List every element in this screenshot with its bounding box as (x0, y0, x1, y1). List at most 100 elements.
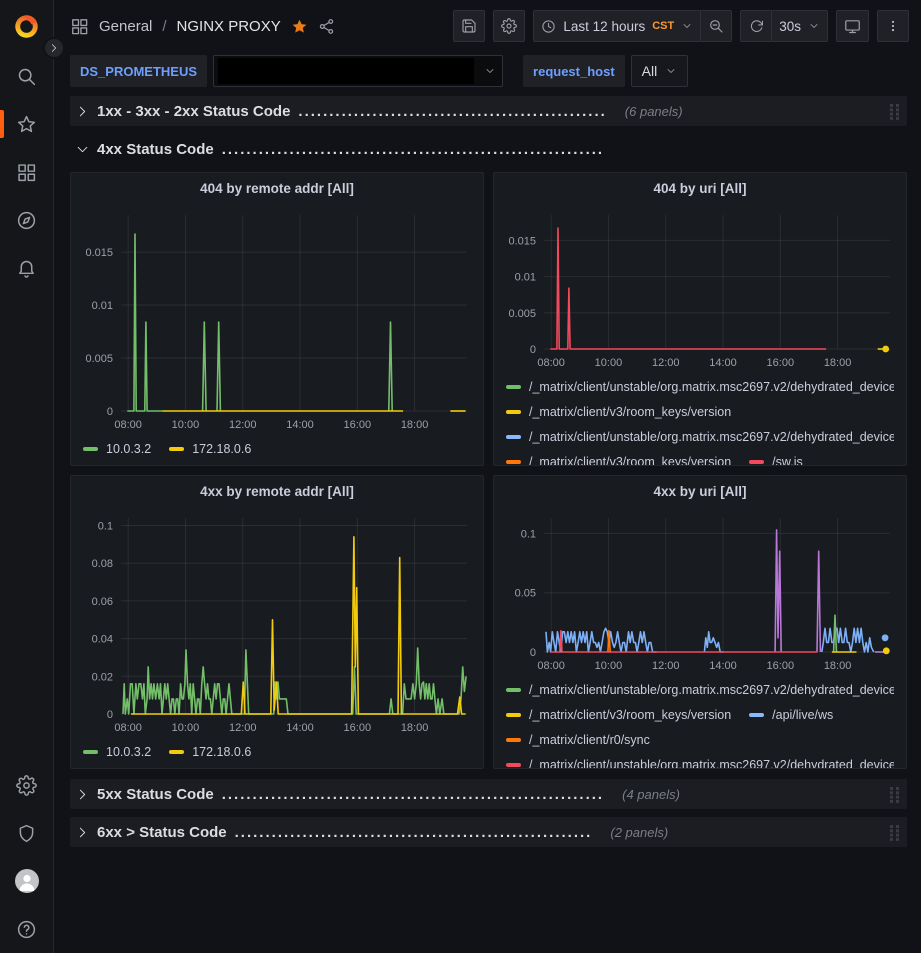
request-host-variable-value[interactable]: All (631, 55, 689, 87)
person-icon (15, 869, 39, 893)
legend-label: /_matrix/client/v3/room_keys/version (529, 455, 731, 466)
save-dashboard-button[interactable] (453, 10, 485, 42)
sidebar-item-server-admin[interactable] (0, 809, 54, 857)
legend-label: 172.18.0.6 (192, 442, 251, 456)
legend-item[interactable]: /_matrix/client/unstable/org.matrix.msc2… (506, 683, 894, 697)
svg-text:08:00: 08:00 (537, 357, 565, 369)
legend-item[interactable]: /api/live/ws (749, 708, 833, 722)
legend-label: /_matrix/client/unstable/org.matrix.msc2… (529, 758, 894, 769)
timeseries-chart: 08:0010:0012:0014:0016:0018:0000.0050.01… (494, 203, 904, 373)
refresh-button[interactable] (740, 10, 772, 42)
row-4xx[interactable]: 4xx Status Code ........................… (70, 134, 907, 164)
svg-text:12:00: 12:00 (652, 357, 680, 369)
svg-text:16:00: 16:00 (767, 357, 795, 369)
refresh-icon (749, 19, 764, 34)
svg-text:0.015: 0.015 (508, 235, 536, 247)
chart-area[interactable]: 08:0010:0012:0014:0016:0018:0000.020.040… (71, 506, 483, 738)
dashboard-canvas: 1xx - 3xx - 2xx Status Code ............… (54, 90, 921, 847)
compass-icon (16, 210, 37, 231)
chevron-down-icon (681, 20, 693, 32)
sidebar-item-alerting[interactable] (0, 244, 54, 292)
chart-area[interactable]: 08:0010:0012:0014:0016:0018:0000.0050.01… (494, 203, 906, 373)
sidebar-expand-button[interactable] (43, 37, 65, 59)
legend-label: /api/live/ws (772, 708, 833, 722)
legend-item[interactable]: /sw.js (749, 455, 803, 466)
row-1xx-3xx-2xx[interactable]: 1xx - 3xx - 2xx Status Code ............… (70, 96, 907, 126)
zoom-out-time-button[interactable] (700, 10, 732, 42)
apps-grid-icon[interactable] (70, 17, 89, 36)
drag-handle-icon[interactable] (889, 786, 901, 803)
panel-header[interactable]: 4xx by uri [All] (494, 476, 906, 506)
chevron-right-icon (76, 105, 89, 118)
refresh-interval-picker[interactable]: 30s (771, 10, 828, 42)
chevron-down-icon (484, 65, 496, 77)
sidebar-item-explore[interactable] (0, 196, 54, 244)
kebab-menu-button[interactable] (877, 10, 909, 42)
sidebar-item-search[interactable] (0, 52, 54, 100)
svg-text:14:00: 14:00 (709, 357, 737, 369)
sidebar-item-help[interactable] (0, 905, 54, 953)
grafana-logo-icon (13, 13, 40, 40)
dashboard-title[interactable]: NGINX PROXY (177, 18, 281, 35)
chart-area[interactable]: 08:0010:0012:0014:0016:0018:0000.0050.01… (71, 203, 483, 435)
panel-header[interactable]: 4xx by remote addr [All] (71, 476, 483, 506)
legend-item[interactable]: /_matrix/client/v3/room_keys/version (506, 708, 731, 722)
legend-label: /_matrix/client/unstable/org.matrix.msc2… (529, 430, 894, 444)
legend-swatch (169, 447, 184, 451)
svg-text:18:00: 18:00 (824, 357, 852, 369)
legend-item[interactable]: 172.18.0.6 (169, 442, 251, 456)
request-host-variable-label[interactable]: request_host (523, 55, 625, 87)
svg-text:0.08: 0.08 (92, 558, 113, 570)
save-icon (461, 18, 477, 34)
gear-icon (501, 18, 517, 34)
sidebar-item-settings[interactable] (0, 761, 54, 809)
monitor-icon (844, 18, 861, 35)
panel-title: 404 by remote addr [All] (200, 181, 354, 196)
zoom-out-icon (708, 18, 724, 34)
svg-text:0.04: 0.04 (92, 634, 113, 646)
row-title: 4xx Status Code (97, 141, 214, 158)
chevron-down-icon (665, 65, 677, 77)
dashboard-toolbar: General / NGINX PROXY Last 12 hours CST (54, 0, 921, 52)
sidebar-item-dashboards[interactable] (0, 148, 54, 196)
sidebar (0, 0, 54, 953)
svg-text:0.1: 0.1 (521, 528, 536, 540)
legend-item[interactable]: 10.0.3.2 (83, 745, 151, 759)
sidebar-item-starred[interactable] (0, 100, 54, 148)
legend-item[interactable]: /_matrix/client/v3/room_keys/version (506, 455, 731, 466)
cycle-view-mode-button[interactable] (836, 10, 869, 42)
row-6xx[interactable]: 6xx > Status Code ......................… (70, 817, 907, 847)
dashboard-settings-button[interactable] (493, 10, 525, 42)
breadcrumb-folder[interactable]: General (99, 18, 152, 35)
gear-icon (16, 775, 37, 796)
legend-item[interactable]: /_matrix/client/unstable/org.matrix.msc2… (506, 430, 894, 444)
legend-item[interactable]: /_matrix/client/r0/sync (506, 733, 650, 747)
share-icon[interactable] (318, 18, 335, 35)
panel-header[interactable]: 404 by remote addr [All] (71, 173, 483, 203)
legend-item[interactable]: 10.0.3.2 (83, 442, 151, 456)
svg-text:16:00: 16:00 (344, 419, 372, 431)
datasource-variable-value[interactable] (213, 55, 503, 87)
row-5xx[interactable]: 5xx Status Code ........................… (70, 779, 907, 809)
legend-swatch (169, 750, 184, 754)
row-leader-dots: ........................................… (298, 103, 606, 120)
legend-item[interactable]: /_matrix/client/unstable/org.matrix.msc2… (506, 380, 894, 394)
drag-handle-icon[interactable] (889, 103, 901, 120)
svg-text:0: 0 (530, 344, 536, 356)
time-range-picker[interactable]: Last 12 hours CST (533, 10, 701, 42)
star-filled-icon[interactable] (291, 18, 308, 35)
legend-item[interactable]: /_matrix/client/unstable/org.matrix.msc2… (506, 758, 894, 769)
panel-title: 4xx by uri [All] (653, 484, 746, 499)
dashboards-grid-icon (16, 162, 37, 183)
sidebar-item-profile[interactable] (0, 857, 54, 905)
legend-item[interactable]: /_matrix/client/v3/room_keys/version (506, 405, 731, 419)
legend-item[interactable]: 172.18.0.6 (169, 745, 251, 759)
bell-icon (16, 258, 37, 279)
panel-header[interactable]: 404 by uri [All] (494, 173, 906, 203)
legend-label: /_matrix/client/unstable/org.matrix.msc2… (529, 683, 894, 697)
drag-handle-icon[interactable] (889, 824, 901, 841)
chart-area[interactable]: 08:0010:0012:0014:0016:0018:0000.050.1 (494, 506, 906, 676)
datasource-variable-label[interactable]: DS_PROMETHEUS (70, 55, 207, 87)
legend-label: /_matrix/client/v3/room_keys/version (529, 405, 731, 419)
svg-text:12:00: 12:00 (229, 419, 257, 431)
